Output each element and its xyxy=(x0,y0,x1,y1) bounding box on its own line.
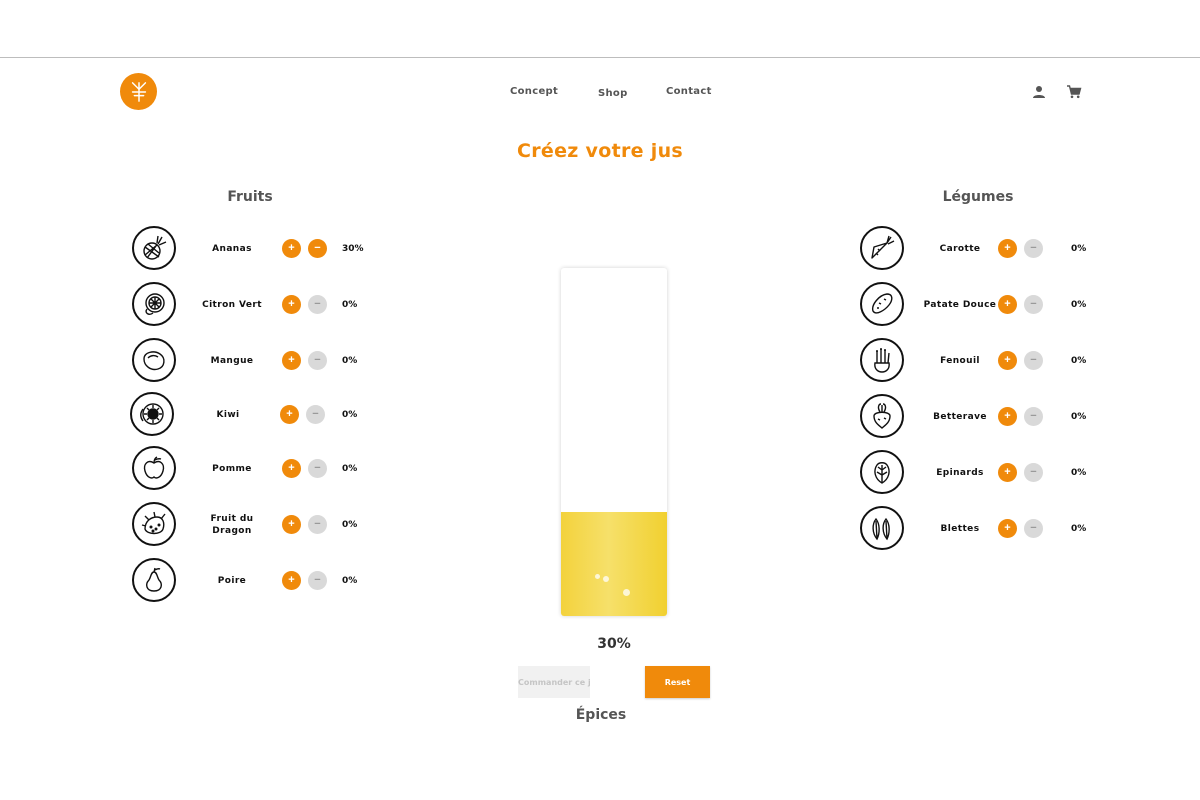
top-divider xyxy=(0,57,1200,58)
increase-button[interactable]: + xyxy=(282,239,301,258)
increase-button[interactable]: + xyxy=(998,463,1017,482)
ingredient-name: Mangue xyxy=(210,356,254,366)
ingredient-name: Fenouil xyxy=(940,356,980,366)
ingredient-percent: 0% xyxy=(342,576,358,586)
ingredient-name: Patate Douce xyxy=(923,300,997,310)
decrease-button[interactable]: − xyxy=(308,295,327,314)
ingredient-name: Fruit du Dragon xyxy=(210,514,254,536)
kiwi-icon xyxy=(130,392,174,436)
spices-heading: Épices xyxy=(575,707,627,723)
increase-button[interactable]: + xyxy=(282,515,301,534)
vegetables-heading: Légumes xyxy=(942,189,1014,205)
bubble xyxy=(623,588,630,596)
increase-button[interactable]: + xyxy=(282,351,301,370)
page-title: Créez votre jus xyxy=(517,140,683,162)
ingredient-percent: 0% xyxy=(1071,300,1087,310)
nav-shop[interactable]: Shop xyxy=(598,88,628,99)
increase-button[interactable]: + xyxy=(282,295,301,314)
increase-button[interactable]: + xyxy=(998,519,1017,538)
ingredient-percent: 0% xyxy=(342,464,358,474)
apple-icon xyxy=(132,446,176,490)
user-icon[interactable] xyxy=(1031,84,1047,100)
ingredient-percent: 0% xyxy=(1071,356,1087,366)
ingredient-name: Blettes xyxy=(940,524,980,534)
ingredient-name: Citron Vert xyxy=(202,300,262,310)
pear-icon xyxy=(132,558,176,602)
pineapple-icon xyxy=(132,226,176,270)
carrot-icon xyxy=(860,226,904,270)
dragon-fruit-icon xyxy=(132,502,176,546)
decrease-button[interactable]: − xyxy=(308,459,327,478)
decrease-button[interactable]: − xyxy=(308,351,327,370)
decrease-button[interactable]: − xyxy=(1024,239,1043,258)
order-juice-button[interactable]: Commander ce jus xyxy=(518,666,590,698)
increase-button[interactable]: + xyxy=(998,407,1017,426)
reset-button[interactable]: Reset xyxy=(645,666,710,698)
decrease-button[interactable]: − xyxy=(1024,295,1043,314)
ingredient-name: Carotte xyxy=(939,244,981,254)
bubble xyxy=(603,575,609,582)
mango-icon xyxy=(132,338,176,382)
ingredient-name: Poire xyxy=(217,576,247,586)
juice-total-percent: 30% xyxy=(597,636,631,652)
ingredient-percent: 30% xyxy=(342,244,364,254)
decrease-button[interactable]: − xyxy=(308,571,327,590)
ingredient-percent: 0% xyxy=(342,300,358,310)
sweet-potato-icon xyxy=(860,282,904,326)
ingredient-name: Ananas xyxy=(212,244,252,254)
juice-fill xyxy=(561,511,667,616)
ingredient-percent: 0% xyxy=(1071,412,1087,422)
ingredient-name: Betterave xyxy=(933,412,987,422)
ingredient-percent: 0% xyxy=(342,356,358,366)
bubble xyxy=(595,573,600,579)
ingredient-percent: 0% xyxy=(1071,468,1087,478)
ingredient-name: Epinards xyxy=(936,468,984,478)
decrease-button[interactable]: − xyxy=(1024,351,1043,370)
juice-glass xyxy=(561,268,667,616)
fruits-heading: Fruits xyxy=(227,189,273,205)
nav-contact[interactable]: Contact xyxy=(666,86,712,97)
beetroot-icon xyxy=(860,394,904,438)
lime-icon xyxy=(132,282,176,326)
nav-concept[interactable]: Concept xyxy=(510,86,558,97)
increase-button[interactable]: + xyxy=(998,351,1017,370)
cart-icon[interactable] xyxy=(1066,84,1082,100)
brand-logo-icon xyxy=(131,81,146,102)
increase-button[interactable]: + xyxy=(998,239,1017,258)
ingredient-percent: 0% xyxy=(1071,524,1087,534)
spinach-icon xyxy=(860,450,904,494)
ingredient-name: Kiwi xyxy=(216,410,240,420)
ingredient-name: Pomme xyxy=(212,464,252,474)
increase-button[interactable]: + xyxy=(282,571,301,590)
fennel-icon xyxy=(860,338,904,382)
decrease-button[interactable]: − xyxy=(308,239,327,258)
ingredient-percent: 0% xyxy=(342,410,358,420)
decrease-button[interactable]: − xyxy=(1024,519,1043,538)
ingredient-percent: 0% xyxy=(342,520,358,530)
increase-button[interactable]: + xyxy=(280,405,299,424)
chard-icon xyxy=(860,506,904,550)
decrease-button[interactable]: − xyxy=(1024,407,1043,426)
decrease-button[interactable]: − xyxy=(308,515,327,534)
decrease-button[interactable]: − xyxy=(306,405,325,424)
brand-logo[interactable] xyxy=(120,73,157,110)
increase-button[interactable]: + xyxy=(998,295,1017,314)
increase-button[interactable]: + xyxy=(282,459,301,478)
decrease-button[interactable]: − xyxy=(1024,463,1043,482)
ingredient-percent: 0% xyxy=(1071,244,1087,254)
